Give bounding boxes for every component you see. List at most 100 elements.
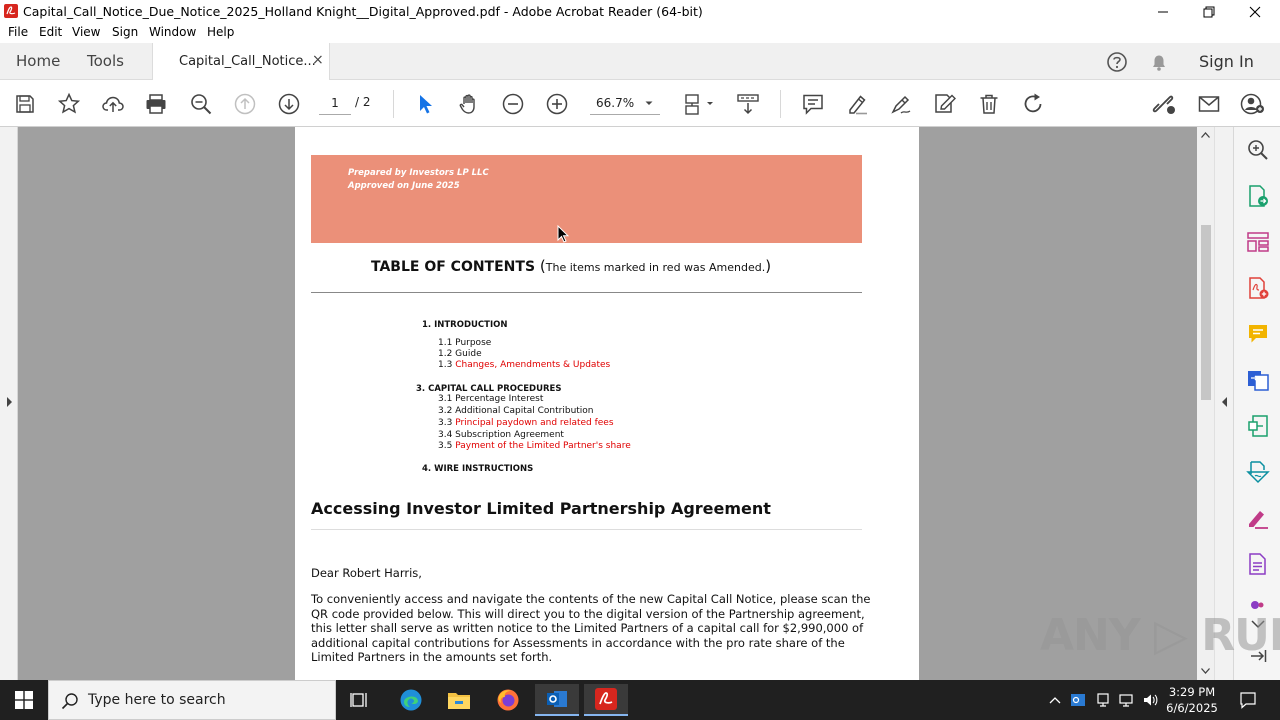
delete-icon[interactable]: [976, 91, 1002, 117]
close-tab-icon[interactable]: ×: [312, 52, 324, 68]
help-icon[interactable]: [1106, 43, 1128, 80]
bell-icon[interactable]: [1149, 43, 1169, 80]
comment-icon[interactable]: [800, 91, 826, 117]
tab-tools[interactable]: Tools: [87, 52, 124, 70]
acrobat-app-icon: [3, 3, 19, 19]
chevron-down-icon: [644, 93, 654, 113]
notification-center-icon[interactable]: [1238, 690, 1258, 710]
banner-approved: Approved on June 2025: [348, 181, 460, 191]
menu-sign[interactable]: Sign: [112, 25, 138, 39]
sign-in-button[interactable]: Sign In: [1199, 52, 1254, 71]
toc-note: The items marked in red was Amended.: [545, 261, 766, 274]
tray-overflow-icon[interactable]: [1045, 690, 1065, 710]
menu-help[interactable]: Help: [207, 25, 234, 39]
letter-paragraph: To conveniently access and navigate the …: [311, 592, 871, 665]
previous-page-icon[interactable]: [232, 91, 258, 117]
divider-line: [311, 292, 862, 293]
comment-tool-icon[interactable]: [1245, 321, 1271, 347]
share-link-icon[interactable]: [1151, 91, 1177, 117]
taskbar: Type here to search 3:29 PM 6/6/2025: [0, 680, 1280, 720]
taskbar-search-input[interactable]: Type here to search: [48, 680, 336, 720]
toc-item: 3.1 Percentage Interest: [438, 394, 544, 404]
device-tray-icon[interactable]: [1093, 690, 1113, 710]
page-fit-icon[interactable]: [682, 91, 718, 117]
protect-pdf-icon[interactable]: [1245, 551, 1271, 577]
menu-view[interactable]: View: [72, 25, 100, 39]
mouse-cursor-icon: [557, 225, 569, 243]
clock-time: 3:29 PM: [1168, 685, 1216, 699]
compress-pdf-icon[interactable]: [1245, 413, 1271, 439]
toc-amended-text: Payment of the Limited Partner's share: [455, 441, 631, 451]
combine-files-icon[interactable]: [1245, 367, 1271, 393]
menu-window[interactable]: Window: [149, 25, 196, 39]
outlook-tray-icon[interactable]: [1068, 690, 1088, 710]
anyrun-watermark: ANY ▷ RUN: [1040, 610, 1280, 661]
right-panel-toggle[interactable]: [1214, 127, 1233, 680]
email-icon[interactable]: [1196, 91, 1222, 117]
zoom-level-value: 66.7%: [596, 96, 635, 110]
toolbar-divider: [393, 90, 394, 118]
star-icon[interactable]: [56, 91, 82, 117]
rotate-icon[interactable]: [1020, 91, 1046, 117]
menu-file[interactable]: File: [8, 25, 28, 39]
task-view-icon[interactable]: [338, 684, 382, 716]
toc-amended-text: Changes, Amendments & Updates: [455, 360, 611, 370]
hand-tool-icon[interactable]: [456, 91, 482, 117]
export-pdf-icon[interactable]: [1245, 183, 1271, 209]
toc-item: 1.3 Changes, Amendments & Updates: [438, 360, 611, 370]
minimize-button[interactable]: [1140, 0, 1186, 23]
scroll-mode-icon[interactable]: [735, 91, 761, 117]
tools-pane: [1233, 127, 1280, 680]
select-cursor-icon[interactable]: [412, 91, 438, 117]
close-window-button[interactable]: [1232, 0, 1278, 23]
share-user-icon[interactable]: [1240, 91, 1266, 117]
scrollbar-thumb[interactable]: [1201, 225, 1211, 400]
document-tab-label: Capital_Call_Notice...: [179, 54, 316, 69]
organize-pages-icon[interactable]: [1245, 229, 1271, 255]
volume-icon[interactable]: [1140, 690, 1160, 710]
restore-button[interactable]: [1186, 0, 1232, 23]
menu-edit[interactable]: Edit: [39, 25, 62, 39]
zoom-search-icon[interactable]: [188, 91, 214, 117]
next-page-icon[interactable]: [276, 91, 302, 117]
vertical-scrollbar[interactable]: [1197, 127, 1214, 680]
file-explorer-icon[interactable]: [437, 684, 481, 716]
section-heading: Accessing Investor Limited Partnership A…: [311, 499, 771, 518]
save-icon[interactable]: [12, 91, 38, 117]
create-pdf-icon[interactable]: [1245, 275, 1271, 301]
zoom-in-icon[interactable]: [544, 91, 570, 117]
pdf-page: Prepared by Investors LP LLC Approved on…: [295, 127, 919, 680]
page-number-input[interactable]: 1: [319, 93, 351, 115]
send-for-signature-icon[interactable]: [1245, 459, 1271, 485]
toc-title: TABLE OF CONTENTS (The items marked in r…: [371, 257, 772, 275]
toc-section: 1. INTRODUCTION: [422, 320, 508, 330]
system-clock[interactable]: 3:29 PM 6/6/2025: [1162, 684, 1222, 716]
fill-sign-icon[interactable]: [1245, 505, 1271, 531]
upload-cloud-icon[interactable]: [100, 91, 126, 117]
firefox-icon[interactable]: [486, 684, 530, 716]
edit-pdf-icon[interactable]: [932, 91, 958, 117]
tab-document[interactable]: Capital_Call_Notice... ×: [152, 43, 330, 80]
search-placeholder: Type here to search: [88, 692, 226, 708]
print-icon[interactable]: [143, 91, 169, 117]
toc-item: 3.2 Additional Capital Contribution: [438, 406, 594, 416]
tab-bar: Home Tools Capital_Call_Notice... × Sign…: [0, 43, 1280, 80]
toc-item: 1.1 Purpose: [438, 338, 492, 348]
left-panel-collapsed[interactable]: [0, 127, 18, 680]
tab-home[interactable]: Home: [16, 52, 60, 70]
network-icon[interactable]: [1116, 690, 1136, 710]
zoom-out-icon[interactable]: [500, 91, 526, 117]
sign-pen-icon[interactable]: [888, 91, 914, 117]
header-banner: Prepared by Investors LP LLC Approved on…: [311, 155, 862, 243]
edge-browser-icon[interactable]: [389, 684, 433, 716]
collapse-right-panel-icon: [1222, 397, 1227, 407]
outlook-icon[interactable]: [535, 684, 579, 716]
highlight-pen-icon[interactable]: [844, 91, 870, 117]
zoom-level-select[interactable]: 66.7%: [590, 93, 660, 115]
expand-left-panel-icon: [7, 397, 12, 407]
clock-date: 6/6/2025: [1166, 701, 1218, 715]
acrobat-taskbar-icon[interactable]: [584, 684, 628, 716]
windows-start-icon[interactable]: [2, 684, 46, 716]
window-title: Capital_Call_Notice_Due_Notice_2025_Holl…: [23, 4, 703, 19]
search-zoom-icon[interactable]: [1245, 137, 1271, 163]
